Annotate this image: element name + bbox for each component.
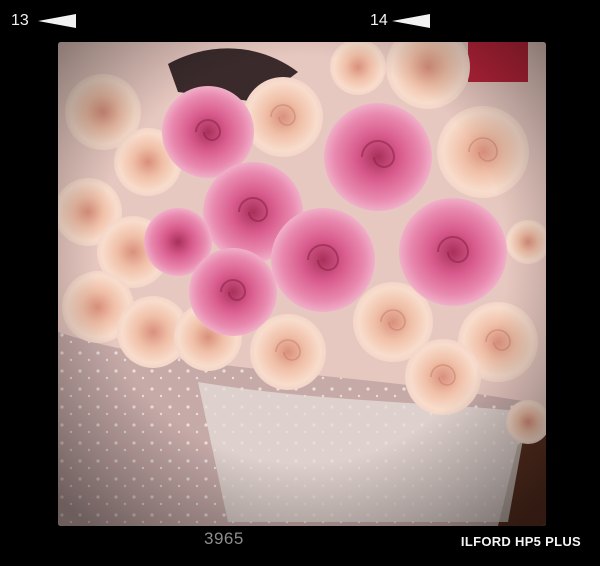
- frame-number-left: 13: [11, 12, 29, 29]
- film-code: 3965: [204, 529, 244, 548]
- frame-arrow-left-icon: [38, 14, 76, 28]
- film-name: ILFORD HP5 PLUS: [460, 534, 581, 549]
- frame-number-right: 14: [370, 12, 388, 29]
- roses-photo: [58, 42, 546, 526]
- film-frame: 13 14 3965 ILFORD HP5 PLUS: [0, 0, 600, 566]
- roses-bouquet-icon: [58, 42, 546, 526]
- frame-arrow-right-icon: [392, 14, 430, 28]
